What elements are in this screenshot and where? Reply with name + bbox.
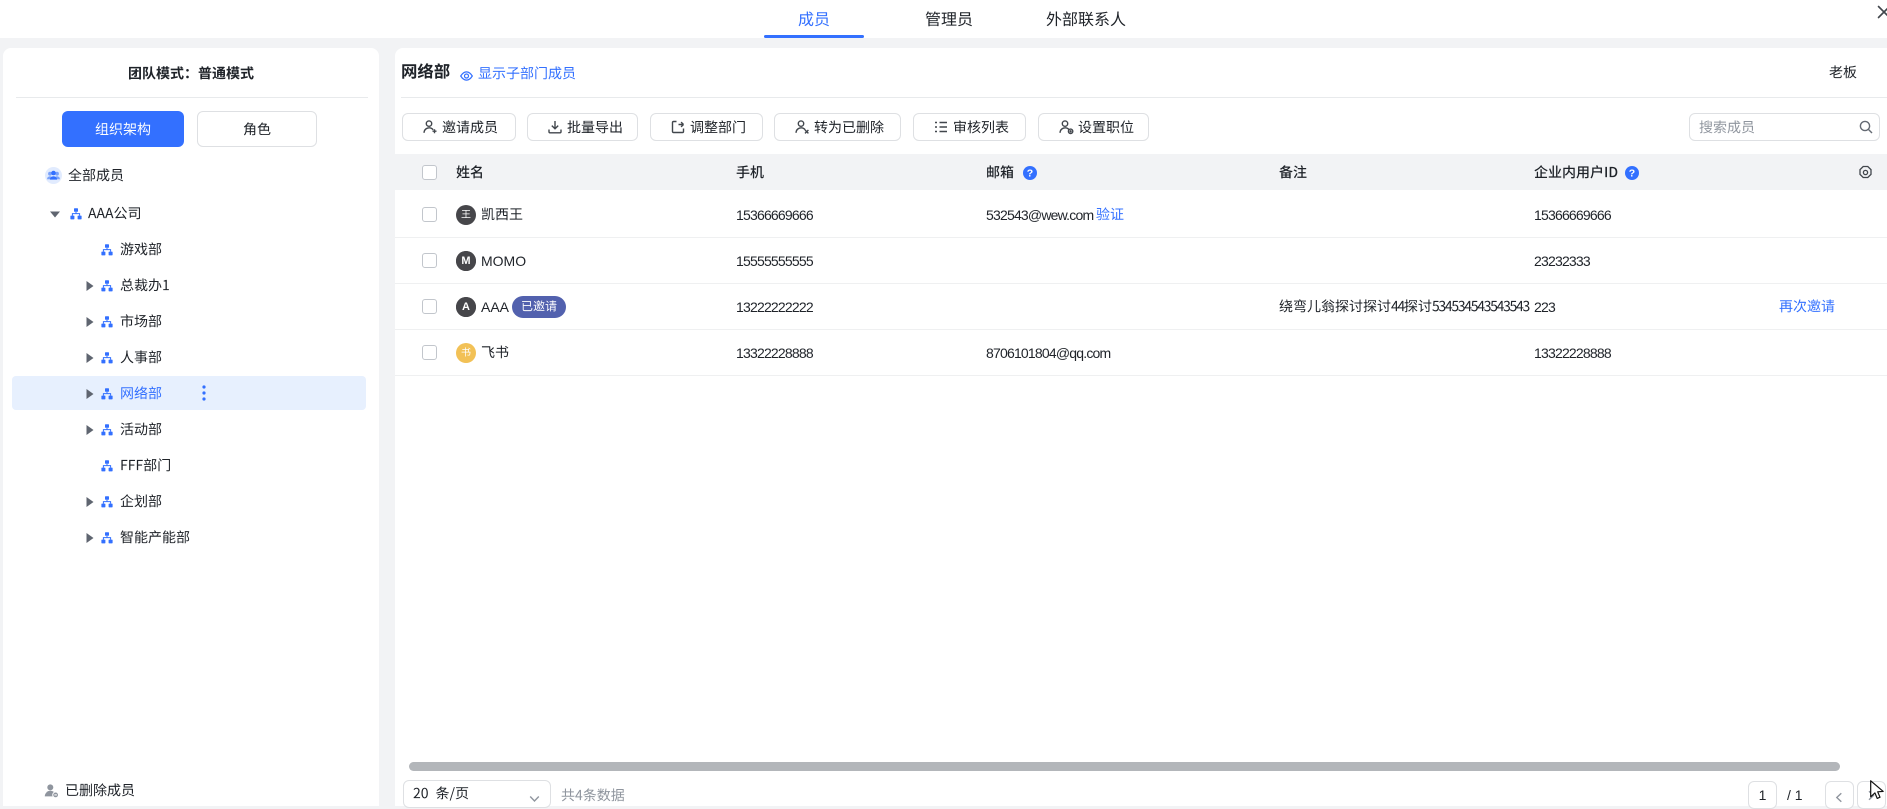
svg-text:?: ? [1629, 167, 1635, 179]
svg-text:?: ? [1026, 167, 1032, 179]
